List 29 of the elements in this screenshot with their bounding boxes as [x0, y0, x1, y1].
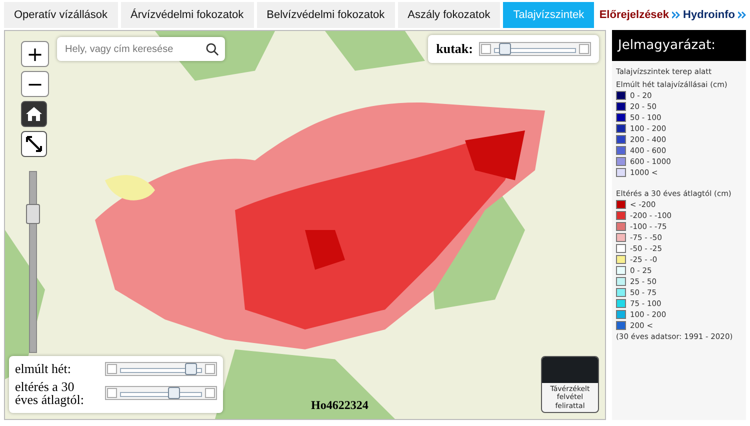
header-link[interactable]: Előrejelzések	[599, 9, 670, 21]
slider[interactable]	[105, 386, 217, 400]
slider-label: kutak:	[436, 41, 473, 57]
slider-thumb[interactable]	[184, 362, 197, 375]
tab[interactable]: Árvízvédelmi fokozatok	[120, 2, 254, 28]
search-icon	[206, 42, 219, 56]
tab[interactable]: Belvízvédelmi fokozatok	[256, 2, 395, 28]
well-id-label: Ho4622324	[311, 398, 368, 413]
slider-thumb[interactable]	[499, 43, 512, 55]
tab[interactable]: Operatív vízállások	[4, 2, 118, 28]
search-bar[interactable]: Hely, vagy cím keresése	[57, 37, 225, 61]
legend-title: Jelmagyarázat:	[612, 30, 746, 61]
fullscreen-button[interactable]	[21, 131, 47, 157]
slider-thumb[interactable]	[168, 387, 180, 400]
zoom-slider[interactable]	[29, 171, 37, 353]
home-button[interactable]	[21, 101, 47, 127]
slider[interactable]	[105, 362, 217, 376]
slider[interactable]	[479, 42, 591, 56]
header-link[interactable]: Hydroinfo	[683, 9, 735, 21]
home-icon	[25, 105, 43, 123]
expand-icon	[25, 135, 43, 153]
zoom-out-button[interactable]: −	[21, 71, 49, 97]
double-chevron-icon	[672, 11, 680, 19]
slider-label: eltérés a 30 éves átlagtól:	[15, 380, 85, 407]
double-chevron-icon	[738, 11, 746, 19]
slider-thumb[interactable]	[26, 204, 40, 224]
zoom-in-button[interactable]: +	[21, 41, 49, 67]
slider-label: elmúlt hét:	[15, 362, 72, 376]
tab[interactable]: Aszály fokozatok	[398, 2, 500, 28]
